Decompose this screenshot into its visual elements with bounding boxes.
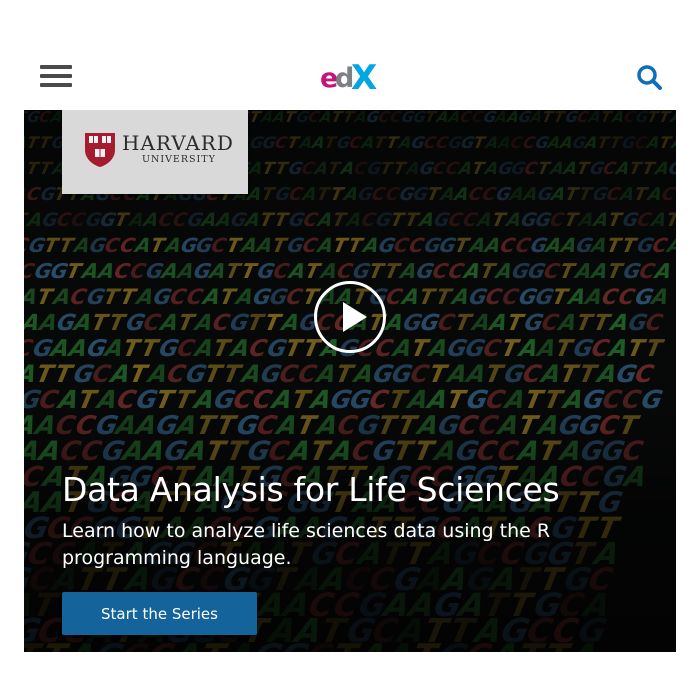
site-header: e d X [0, 50, 700, 106]
partner-subtitle: UNIVERSITY [142, 154, 216, 165]
partner-name: HARVARD [122, 131, 234, 155]
logo-letter-x: X [351, 59, 377, 95]
hero-banner: ATTGCATACGTTAGCCATAGGCTAATGCATTAGCCGGTAA… [24, 110, 676, 652]
course-description: Learn how to analyze life sciences data … [62, 520, 551, 569]
search-icon[interactable] [634, 62, 666, 94]
veritas-shield-icon [85, 133, 115, 167]
play-icon[interactable] [314, 281, 386, 353]
partner-logo[interactable]: HARVARD UNIVERSITY [62, 110, 248, 194]
hamburger-menu-icon[interactable] [40, 62, 74, 92]
course-title: Data Analysis for Life Sciences [62, 470, 560, 509]
edx-logo-mark: e d X [320, 58, 377, 98]
page: e d X ATTGCATACGTTAGCCATAGGCTAATGCATTAGC… [0, 0, 700, 700]
start-series-button[interactable]: Start the Series [62, 592, 257, 635]
edx-logo[interactable]: e d X [320, 58, 382, 98]
